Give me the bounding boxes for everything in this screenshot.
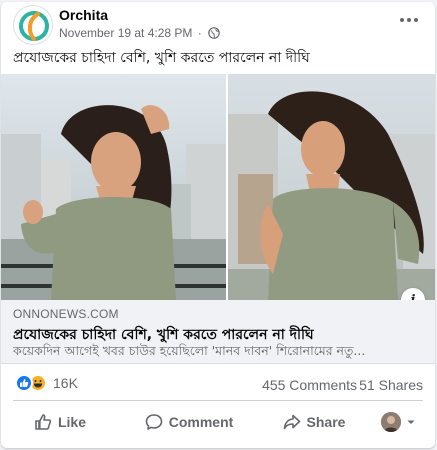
link-domain: ONNONEWS.COM: [13, 307, 119, 321]
post-actions: Like Comment Share: [1, 404, 435, 440]
photo-left[interactable]: [1, 74, 226, 300]
caret-down-icon: [407, 420, 415, 424]
post-timestamp[interactable]: November 19 at 4:28 PM: [59, 26, 192, 40]
woman-portrait-image-left: [1, 74, 226, 300]
like-reaction-icon: [15, 374, 33, 392]
page-avatar[interactable]: [13, 5, 53, 45]
share-label: Share: [306, 414, 346, 430]
shares-count[interactable]: 51 Shares: [359, 377, 423, 393]
comment-label: Comment: [168, 414, 234, 430]
globe-icon: [208, 27, 220, 39]
more-options-button[interactable]: [393, 8, 425, 32]
reactions-summary[interactable]: 16K: [15, 374, 78, 392]
audience-selector[interactable]: [369, 404, 429, 440]
comment-bubble-icon: [145, 414, 163, 430]
post-photos[interactable]: [1, 74, 435, 300]
share-button[interactable]: Share: [259, 404, 369, 440]
thumbs-up-icon: [35, 414, 52, 430]
share-arrow-icon: [283, 414, 300, 430]
meta-separator: ·: [197, 26, 202, 40]
like-button[interactable]: Like: [1, 404, 119, 440]
post-text: প্রযোজকের চাহিদা বেশি, খুশি করতে পারলেন …: [13, 50, 310, 66]
post-stats: 16K 455 Comments 51 Shares: [1, 372, 435, 398]
comment-button[interactable]: Comment: [119, 404, 259, 440]
comments-count[interactable]: 455 Comments: [262, 377, 357, 393]
link-preview[interactable]: ONNONEWS.COM প্রযোজকের চাহিদা বেশি, খুশি…: [1, 300, 435, 364]
actions-divider: [13, 400, 423, 401]
photo-right[interactable]: [228, 74, 435, 300]
orchita-logo-icon: [19, 11, 49, 41]
page-name[interactable]: Orchita: [59, 7, 108, 23]
post-card: Orchita November 19 at 4:28 PM · প্রযোজক…: [1, 2, 435, 448]
post-meta: November 19 at 4:28 PM ·: [59, 26, 220, 40]
user-avatar: [381, 412, 401, 432]
more-options-icon: [400, 18, 418, 22]
like-label: Like: [57, 414, 86, 430]
link-description: কয়েকদিন আগেই খবর চাউর হয়েছিলো 'মানব দা…: [13, 343, 366, 358]
reactions-count: 16K: [53, 375, 78, 391]
woman-portrait-image-right: [228, 74, 435, 300]
post-header: Orchita November 19 at 4:28 PM ·: [1, 2, 435, 45]
